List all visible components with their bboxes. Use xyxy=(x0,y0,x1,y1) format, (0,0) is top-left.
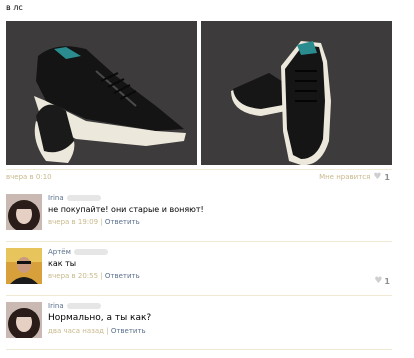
comment-author[interactable]: Irina xyxy=(48,302,64,310)
post-meta: вчера в 0:10 Мне нравится ♥ 1 xyxy=(6,169,392,185)
heart-icon: ♥ xyxy=(374,276,383,286)
reply-link[interactable]: Ответить xyxy=(111,327,146,335)
comment-like-button[interactable]: ♥ 1 xyxy=(374,276,390,286)
comment-text: как ты xyxy=(48,259,77,268)
comment-time[interactable]: вчера в 19:09 xyxy=(48,218,98,226)
hidden-surname xyxy=(73,249,108,255)
comment-text: не покупайте! они старые и воняют! xyxy=(48,205,204,214)
post-like-button[interactable]: Мне нравится ♥ 1 xyxy=(319,172,390,182)
heart-icon: ♥ xyxy=(373,172,382,182)
post-photos xyxy=(6,21,392,165)
post-date[interactable]: вчера в 0:10 xyxy=(6,173,52,181)
comment: Артём как ты вчера в 20:55 | Ответить ♥ … xyxy=(6,244,392,296)
like-label: Мне нравится xyxy=(319,173,371,181)
comment-author[interactable]: Irina xyxy=(48,194,64,202)
post-title: в лс xyxy=(6,3,23,12)
comment: Irina не покупайте! они старые и воняют!… xyxy=(6,190,392,242)
comment-time[interactable]: два часа назад xyxy=(48,327,104,335)
avatar[interactable] xyxy=(6,302,42,338)
shoe-photo-top[interactable] xyxy=(201,21,392,165)
avatar[interactable] xyxy=(6,248,42,284)
avatar[interactable] xyxy=(6,194,42,230)
comment: Irina Нормально, а ты как? два часа наза… xyxy=(6,298,392,350)
like-count: 1 xyxy=(384,276,390,286)
shoe-photo-side[interactable] xyxy=(6,21,197,165)
hidden-surname xyxy=(66,195,101,201)
comment-text: Нормально, а ты как? xyxy=(48,313,152,323)
reply-link[interactable]: Ответить xyxy=(105,272,140,280)
hidden-surname xyxy=(66,303,101,309)
comment-author[interactable]: Артём xyxy=(48,248,71,256)
like-count: 1 xyxy=(384,172,390,182)
comment-time[interactable]: вчера в 20:55 xyxy=(48,272,98,280)
reply-link[interactable]: Ответить xyxy=(105,218,140,226)
